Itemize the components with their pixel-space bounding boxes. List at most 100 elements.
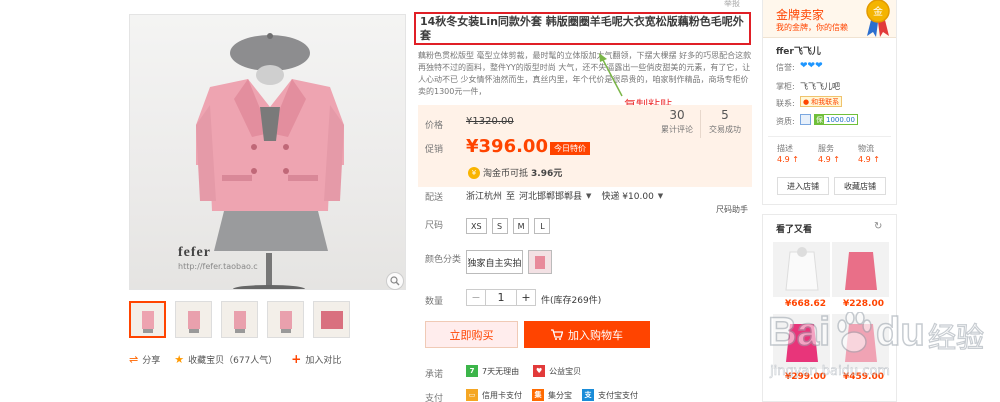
wangwang-value[interactable]: 飞飞飞儿吧 bbox=[800, 81, 840, 92]
buy-now-button[interactable]: 立即购买 bbox=[425, 321, 518, 348]
sales-label: 交易成功 bbox=[709, 125, 741, 134]
rating-label-desc: 描述 bbox=[777, 144, 793, 153]
size-option-s[interactable]: S bbox=[491, 218, 508, 234]
social-actions: ⇌ 分享 ★ 收藏宝贝（677人气） + 加入对比 bbox=[129, 352, 341, 366]
add-to-cart-label: 加入购物车 bbox=[568, 328, 623, 342]
share-label: 分享 bbox=[142, 355, 161, 366]
promo-label: 促销 bbox=[425, 145, 444, 155]
delivery-label: 配送 bbox=[425, 193, 444, 203]
baidu-wordmark-1: Bai bbox=[767, 309, 831, 355]
also-viewed-item-2[interactable] bbox=[832, 242, 889, 297]
size-option-l[interactable]: L bbox=[534, 218, 551, 234]
also-viewed-item-1[interactable] bbox=[773, 242, 830, 297]
product-thumb-white-coat bbox=[784, 246, 819, 290]
thumbnail-strip bbox=[129, 301, 350, 338]
product-description: 藕粉色贯松版型 毫型立体剪裁，最时髦的立体版加大气翻领，下摆大棵摆 好多的巧思配… bbox=[418, 51, 752, 96]
quantity-increment-button[interactable]: + bbox=[516, 289, 536, 306]
payment-label: 支付 bbox=[425, 394, 444, 402]
promise-7day[interactable]: 7 7天无理由 bbox=[466, 365, 519, 377]
product-title: 14秋冬女装Lin同款外套 韩版圈圈羊毛呢大衣宽松版藕粉色毛呢外套 bbox=[420, 15, 744, 42]
quantity-label: 数量 bbox=[425, 297, 444, 307]
qualification-badges: 保 1000.00 bbox=[800, 114, 858, 125]
jifenbao-icon: 集 bbox=[532, 389, 544, 401]
quantity-input[interactable]: 1 bbox=[486, 289, 516, 306]
delivery-method[interactable]: 快递 ¥10.00 bbox=[601, 189, 653, 202]
share-button[interactable]: ⇌ 分享 bbox=[129, 353, 160, 366]
share-icon: ⇌ bbox=[129, 352, 139, 366]
seller-divider bbox=[768, 136, 891, 137]
thumbnail-5[interactable] bbox=[313, 301, 350, 338]
product-thumb-pink-coat bbox=[844, 251, 877, 290]
quantity-decrement-button[interactable]: − bbox=[466, 289, 486, 306]
stock-text: 件(库存269件) bbox=[541, 296, 602, 306]
payment-credit[interactable]: ▭ 信用卡支付 bbox=[466, 389, 522, 401]
annotation-arrow-icon bbox=[599, 53, 623, 97]
contact-label: 联系: bbox=[776, 99, 795, 108]
star-icon: ★ bbox=[174, 352, 185, 366]
compare-button[interactable]: + 加入对比 bbox=[291, 352, 341, 366]
baidu-watermark: Bai du 经验 jingyan.baidu.com bbox=[767, 308, 1000, 402]
coin-offer: ¥ 淘金币可抵 3.96元 bbox=[468, 166, 562, 179]
add-to-cart-button[interactable]: 加入购物车 bbox=[524, 321, 650, 348]
coin-text: 淘金币可抵 bbox=[483, 169, 529, 179]
gold-medal-icon: 金 bbox=[866, 0, 890, 37]
promise-charity-label: 公益宝贝 bbox=[549, 366, 582, 376]
report-link[interactable]: 举报 bbox=[724, 0, 740, 9]
promise-items: 7 7天无理由 ♥ 公益宝贝 bbox=[466, 365, 581, 377]
coin-amount: 3.96元 bbox=[531, 169, 563, 179]
compare-label: 加入对比 bbox=[305, 355, 342, 366]
credit-hearts-icon: ❤❤❤ bbox=[800, 61, 823, 71]
payment-jifenbao[interactable]: 集集分宝 bbox=[532, 389, 572, 401]
thumbnail-2[interactable] bbox=[175, 301, 212, 338]
color-option-text[interactable]: 独家自主实拍 bbox=[466, 250, 523, 274]
alipay-icon: 支 bbox=[582, 389, 594, 401]
paw-icon bbox=[837, 312, 872, 353]
promo-tag: 今日特价 bbox=[550, 142, 590, 155]
title-highlight-box: 14秋冬女装Lin同款外套 韩版圈圈羊毛呢大衣宽松版藕粉色毛呢外套 bbox=[414, 12, 751, 45]
favorite-shop-button[interactable]: 收藏店铺 bbox=[834, 177, 886, 195]
thumbnail-3[interactable] bbox=[221, 301, 258, 338]
reviews-count[interactable]: 30 bbox=[662, 108, 692, 122]
thumbnail-4[interactable] bbox=[267, 301, 304, 338]
seller-name[interactable]: ffer飞飞儿 bbox=[776, 44, 821, 57]
size-option-xs[interactable]: XS bbox=[466, 218, 487, 234]
plus-icon: + bbox=[291, 352, 302, 366]
zoom-button[interactable] bbox=[386, 272, 404, 290]
chevron-down-icon: ▼ bbox=[657, 191, 664, 200]
original-price: ¥1320.00 bbox=[466, 116, 514, 127]
favorite-label: 收藏宝贝（677人气） bbox=[188, 355, 278, 366]
delivery-row: 浙江杭州 至 河北邯郸邯郸县 ▼ 快递 ¥10.00 ▼ bbox=[466, 189, 664, 203]
credit-card-icon: ▭ bbox=[466, 389, 478, 401]
chevron-down-icon: ▼ bbox=[586, 191, 592, 200]
thumbnail-1[interactable] bbox=[129, 301, 166, 338]
favorite-button[interactable]: ★ 收藏宝贝（677人气） bbox=[174, 353, 277, 366]
main-product-image[interactable] bbox=[129, 14, 406, 290]
baidu-wordmark-2: du bbox=[875, 309, 925, 355]
payment-alipay[interactable]: 支支付宝支付 bbox=[582, 389, 638, 401]
coin-icon: ¥ bbox=[468, 166, 480, 179]
promise-7day-label: 7天无理由 bbox=[482, 366, 520, 376]
rating-value-desc: 4.9 ↑ bbox=[777, 155, 799, 164]
reviews-label: 累计评论 bbox=[661, 125, 693, 134]
enter-shop-button[interactable]: 进入店铺 bbox=[777, 177, 829, 195]
credit-label: 信誉: bbox=[776, 63, 795, 72]
payment-items: ▭ 信用卡支付 集集分宝 支支付宝支付 bbox=[466, 389, 638, 401]
rating-label-service: 服务 bbox=[818, 144, 834, 153]
size-option-m[interactable]: M bbox=[512, 218, 530, 234]
promise-charity[interactable]: ♥ 公益宝贝 bbox=[533, 365, 581, 377]
payment-jifenbao-label: 集分宝 bbox=[548, 390, 572, 400]
promise-label: 承诺 bbox=[425, 370, 444, 380]
color-option-image[interactable] bbox=[528, 250, 552, 274]
size-helper-link[interactable]: 尺码助手 bbox=[716, 204, 748, 215]
svg-text:金: 金 bbox=[873, 5, 883, 18]
delivery-from: 浙江杭州 bbox=[466, 192, 503, 202]
contact-button[interactable]: ● 和我联系 bbox=[800, 96, 843, 107]
qualification-label: 资质: bbox=[776, 117, 795, 126]
gold-seller-title: 金牌卖家 bbox=[776, 8, 825, 22]
magnifier-icon bbox=[390, 276, 400, 286]
delivery-to-select[interactable]: 河北邯郸邯郸县 bbox=[519, 189, 582, 202]
deposit-badge: 保 1000.00 bbox=[814, 114, 858, 125]
refresh-icon[interactable]: ↻ bbox=[874, 221, 882, 232]
price-label: 价格 bbox=[425, 121, 444, 131]
charity-icon: ♥ bbox=[533, 365, 546, 377]
